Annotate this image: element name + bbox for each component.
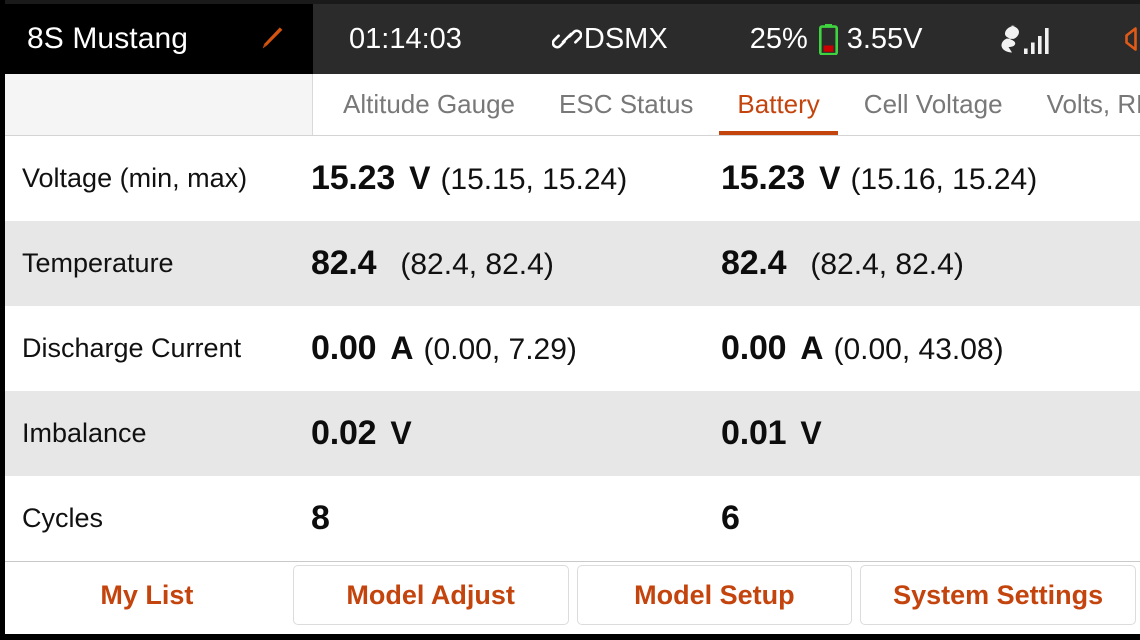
battery-icon <box>808 23 847 55</box>
model-name: 8S Mustang <box>27 22 189 55</box>
battery-2-cell: 0.00 A (0.00, 43.08) <box>721 329 1131 368</box>
battery-2-cell: 82.4 (82.4, 82.4) <box>721 244 1131 283</box>
battery-1-cell: 82.4 (82.4, 82.4) <box>311 244 721 283</box>
battery-percent: 25% <box>749 22 808 55</box>
tab-volts-rpm-temp[interactable]: Volts, RPM, T <box>1025 74 1140 135</box>
min-max: (15.16, 15.24) <box>850 163 1038 196</box>
status-indicators: 01:14:03 DSMX 25% 3.55V <box>313 0 1140 74</box>
value: 15.23 <box>311 159 396 197</box>
telemetry-tab-bar: Altitude Gauge ESC Status Battery Cell V… <box>5 74 1140 136</box>
signal-indicator <box>999 23 1061 55</box>
volume-indicator[interactable] <box>1119 22 1140 56</box>
value: 82.4 <box>721 244 787 282</box>
battery-2-cell: 6 <box>721 499 1131 538</box>
min-max: (0.00, 43.08) <box>833 333 1004 366</box>
nav-label: System Settings <box>893 579 1104 610</box>
row-label: Temperature <box>22 248 174 278</box>
unit: A <box>800 330 824 366</box>
tab-label: Battery <box>737 89 820 119</box>
value: 0.02 <box>311 414 377 452</box>
speaker-icon <box>1119 22 1140 56</box>
signal-bars-icon <box>999 23 1061 55</box>
nav-label: Model Adjust <box>346 579 515 610</box>
tab-label: Altitude Gauge <box>343 89 516 119</box>
battery-2-cell: 15.23 V (15.16, 15.24) <box>721 159 1131 198</box>
battery-1-cell: 8 <box>311 499 721 538</box>
battery-1-cell: 15.23 V (15.15, 15.24) <box>311 159 721 198</box>
battery-indicator: 25% 3.55V <box>750 23 923 56</box>
nav-label: My List <box>100 579 194 610</box>
row-label: Imbalance <box>22 418 147 448</box>
value: 8 <box>311 499 330 537</box>
min-max: (0.00, 7.29) <box>423 333 577 366</box>
battery-telemetry-table: Voltage (min, max) 15.23 V (15.15, 15.24… <box>5 136 1140 561</box>
value: 6 <box>721 499 740 537</box>
unit: V <box>819 160 841 196</box>
bottom-navigation-bar: My List Model Adjust Model Setup System … <box>5 561 1140 628</box>
table-row: Temperature 82.4 (82.4, 82.4) 82.4 (82.4… <box>5 221 1140 306</box>
value: 0.00 <box>721 329 787 367</box>
tab-altitude-gauge[interactable]: Altitude Gauge <box>321 74 537 135</box>
row-label: Discharge Current <box>22 333 242 363</box>
tab-label: ESC Status <box>559 89 694 119</box>
battery-2-cell: 0.01 V <box>721 414 1131 453</box>
tab-list: Altitude Gauge ESC Status Battery Cell V… <box>313 74 1140 135</box>
value: 0.00 <box>311 329 377 367</box>
value: 15.23 <box>721 159 806 197</box>
app-screen: 8S Mustang 01:14:03 DSMX 25% 3.55V Altit… <box>0 0 1140 640</box>
nav-label: Model Setup <box>634 579 795 610</box>
pencil-icon[interactable] <box>255 24 299 54</box>
table-row: Imbalance 0.02 V 0.01 V <box>5 391 1140 476</box>
top-status-bar: 8S Mustang 01:14:03 DSMX 25% 3.55V <box>5 0 1140 74</box>
model-name-cell[interactable]: 8S Mustang <box>5 0 313 74</box>
unit: V <box>800 415 822 451</box>
table-row: Cycles 8 6 <box>5 476 1140 561</box>
unit: V <box>390 415 412 451</box>
table-row: Voltage (min, max) 15.23 V (15.15, 15.24… <box>5 136 1140 221</box>
value: 0.01 <box>721 414 787 452</box>
tab-bar-spacer <box>5 74 313 135</box>
protocol-indicator: DSMX <box>551 22 668 56</box>
tab-battery[interactable]: Battery <box>715 74 841 135</box>
nav-model-setup[interactable]: Model Setup <box>576 565 853 625</box>
battery-1-cell: 0.02 V <box>311 414 721 453</box>
nav-system-settings[interactable]: System Settings <box>860 565 1136 625</box>
tab-label: Volts, RPM, T <box>1046 89 1140 119</box>
battery-1-cell: 0.00 A (0.00, 7.29) <box>311 329 721 368</box>
protocol-label: DSMX <box>583 22 668 55</box>
row-label: Voltage (min, max) <box>22 163 248 193</box>
tab-label: Cell Voltage <box>863 89 1003 119</box>
table-row: Discharge Current 0.00 A (0.00, 7.29) 0.… <box>5 306 1140 391</box>
nav-model-adjust[interactable]: Model Adjust <box>292 565 569 625</box>
row-label: Cycles <box>22 503 104 533</box>
min-max: (82.4, 82.4) <box>400 248 554 281</box>
flight-timer[interactable]: 01:14:03 <box>349 23 462 56</box>
tab-cell-voltage[interactable]: Cell Voltage <box>842 74 1025 135</box>
tab-esc-status[interactable]: ESC Status <box>537 74 715 135</box>
link-icon <box>551 25 584 53</box>
unit: V <box>409 160 431 196</box>
battery-voltage: 3.55V <box>846 22 923 55</box>
unit: A <box>390 330 414 366</box>
min-max: (82.4, 82.4) <box>810 248 964 281</box>
min-max: (15.15, 15.24) <box>440 163 628 196</box>
nav-my-list[interactable]: My List <box>9 565 285 625</box>
flight-timer-value: 01:14:03 <box>349 22 462 55</box>
value: 82.4 <box>311 244 377 282</box>
